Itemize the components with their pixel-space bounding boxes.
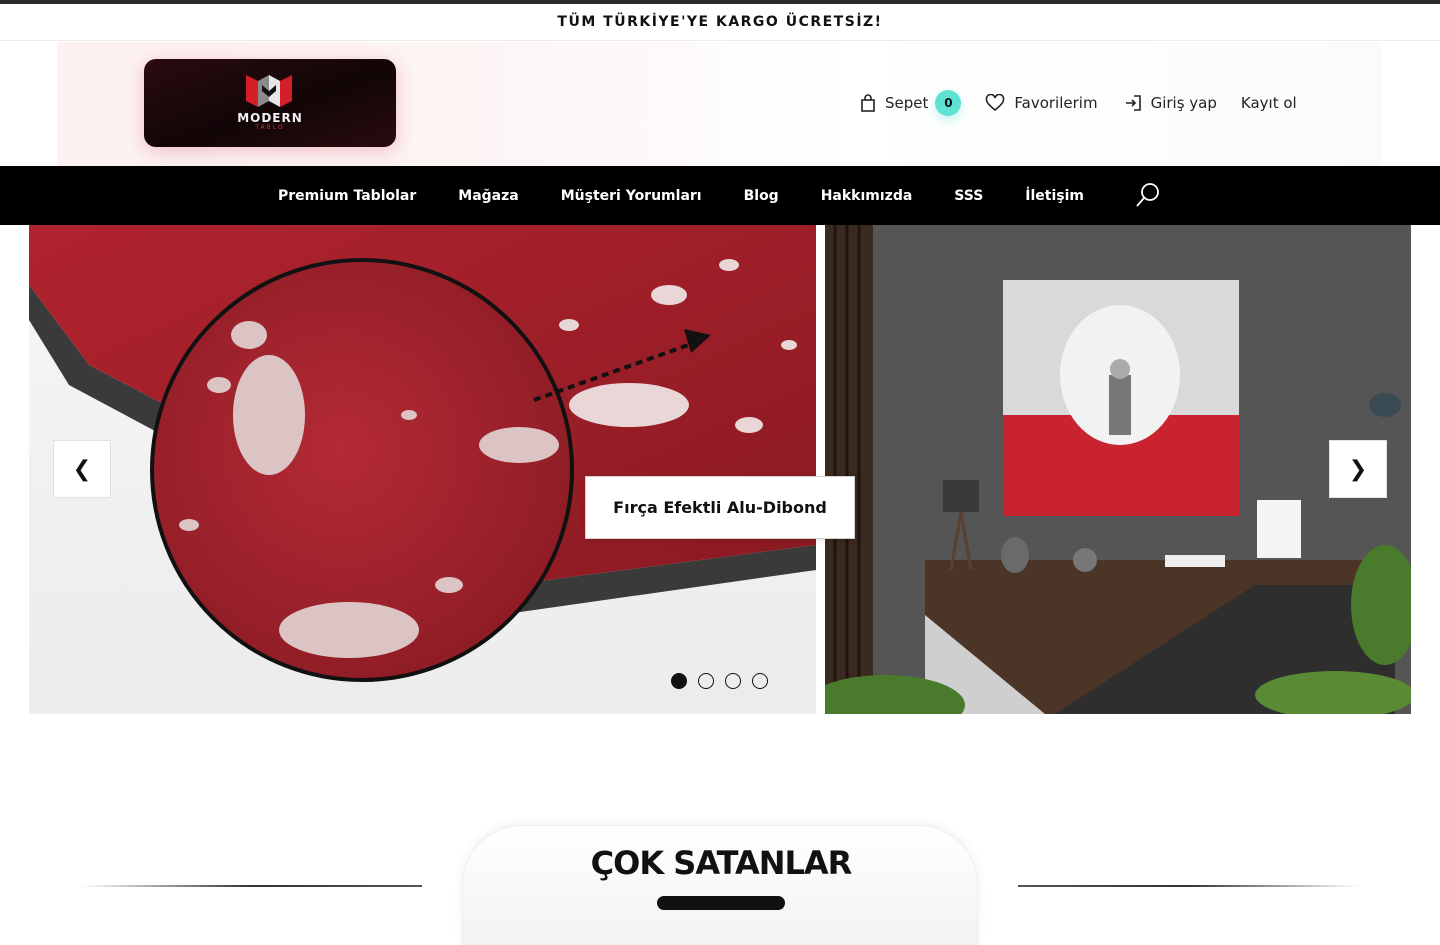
announcement-bar: TÜM TÜRKİYE'YE KARGO ÜCRETSİZ! — [0, 4, 1440, 41]
section-divider-right — [1018, 885, 1360, 887]
login-link[interactable]: Giriş yap — [1124, 94, 1217, 112]
heart-icon — [986, 94, 1005, 112]
search-icon[interactable] — [1134, 181, 1162, 209]
slider-dot-4[interactable] — [752, 673, 768, 689]
slide-divider — [816, 225, 825, 714]
nav-item-iletisim[interactable]: İletişim — [1025, 188, 1084, 204]
logo-mark-icon — [246, 75, 292, 107]
slide-caption[interactable]: Fırça Efektli Alu-Dibond — [585, 476, 855, 539]
nav-item-sss[interactable]: SSS — [954, 188, 983, 204]
slider-pagination — [671, 673, 779, 689]
main-menu: Premium Tablolar Mağaza Müşteri Yorumlar… — [278, 166, 1126, 225]
slide-image-alu-dibond-closeup — [29, 225, 816, 714]
logo-wordmark: MODERN — [237, 111, 303, 125]
site-header: MODERN TABLO Sepet 0 Favorilerim Giriş y… — [57, 42, 1382, 166]
alu-dibond-illustration — [29, 225, 816, 682]
section-divider-left — [80, 885, 422, 887]
bag-icon — [861, 94, 875, 112]
slider-prev-button[interactable]: ❮ — [53, 440, 111, 498]
cart-link[interactable]: Sepet 0 — [860, 90, 962, 116]
slider-next-button[interactable]: ❯ — [1329, 440, 1387, 498]
nav-item-musteri-yorumlari[interactable]: Müşteri Yorumları — [561, 188, 702, 204]
login-label: Giriş yap — [1150, 94, 1217, 112]
slide-image-room-mockup — [825, 225, 1411, 714]
favorites-link[interactable]: Favorilerim — [985, 94, 1098, 112]
section-tab-pill[interactable] — [657, 896, 785, 910]
user-nav: Sepet 0 Favorilerim Giriş yap Kayıt ol — [860, 90, 1297, 116]
nav-item-blog[interactable]: Blog — [744, 188, 779, 204]
best-sellers-header: ÇOK SATANLAR — [462, 825, 978, 945]
slider-dot-2[interactable] — [698, 673, 714, 689]
room-mockup-illustration — [825, 225, 1411, 714]
main-navigation: Premium Tablolar Mağaza Müşteri Yorumlar… — [0, 166, 1440, 225]
nav-item-magaza[interactable]: Mağaza — [458, 188, 518, 204]
slider-dot-3[interactable] — [725, 673, 741, 689]
section-title: ÇOK SATANLAR — [590, 844, 853, 882]
hero-slider: Fırça Efektli Alu-Dibond ❮ ❯ — [29, 225, 1411, 714]
cart-count-badge: 0 — [935, 90, 962, 116]
register-label: Kayıt ol — [1240, 94, 1297, 112]
announcement-text: TÜM TÜRKİYE'YE KARGO ÜCRETSİZ! — [557, 14, 883, 30]
nav-item-hakkimizda[interactable]: Hakkımızda — [821, 188, 913, 204]
cart-label: Sepet — [885, 94, 929, 112]
sign-in-icon — [1125, 95, 1141, 111]
logo-subtitle: TABLO — [255, 124, 285, 131]
slider-dot-1[interactable] — [671, 673, 687, 689]
site-logo[interactable]: MODERN TABLO — [144, 59, 396, 147]
nav-item-premium-tablolar[interactable]: Premium Tablolar — [278, 188, 416, 204]
favorites-label: Favorilerim — [1014, 94, 1098, 112]
register-link[interactable]: Kayıt ol — [1241, 94, 1297, 112]
